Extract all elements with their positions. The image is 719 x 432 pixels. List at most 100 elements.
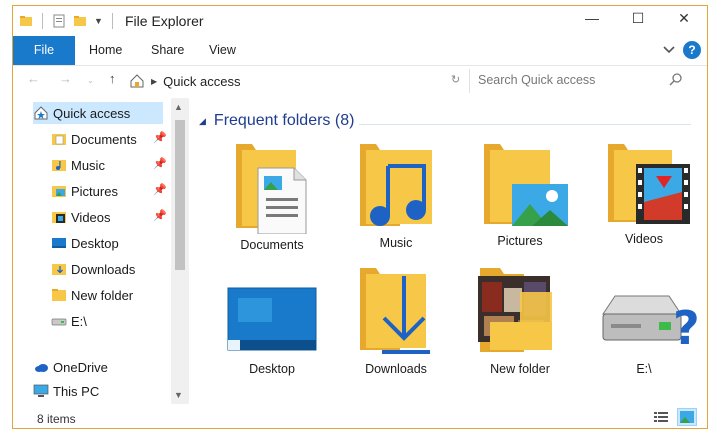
folder-tile-label: Videos bbox=[625, 232, 663, 246]
folder-tile-label: New folder bbox=[490, 362, 550, 376]
search-box[interactable]: Search Quick access bbox=[469, 69, 687, 93]
address-bar[interactable]: ▶ Quick access bbox=[129, 69, 469, 93]
folder-tile-label: Pictures bbox=[497, 234, 543, 248]
nav-item-downloads[interactable]: Downloads bbox=[51, 258, 135, 280]
nav-item-this-pc[interactable]: This PC bbox=[33, 380, 99, 402]
pin-icon[interactable]: 📌 bbox=[153, 183, 167, 196]
ribbon-tabs: File Home Share View ? bbox=[13, 36, 707, 66]
removable-drive-icon bbox=[51, 313, 67, 329]
refresh-icon[interactable]: ↻ bbox=[451, 73, 460, 86]
folder-tile-videos[interactable]: Videos bbox=[583, 138, 705, 264]
folder-icon bbox=[51, 287, 67, 303]
desktop-icon bbox=[51, 235, 67, 251]
address-row: ← → ⌄ ↑ ▶ Quick access ↻ Search Quick ac… bbox=[13, 67, 707, 95]
recent-locations-chevron-icon[interactable]: ⌄ bbox=[87, 76, 94, 85]
help-button[interactable]: ? bbox=[683, 41, 701, 59]
scroll-down-arrow-icon[interactable]: ▼ bbox=[174, 390, 183, 400]
downloads-folder-icon bbox=[51, 261, 67, 277]
search-input[interactable]: Search Quick access bbox=[478, 73, 595, 87]
maximize-button[interactable]: ☐ bbox=[615, 6, 661, 30]
nav-item-label: Downloads bbox=[71, 261, 136, 277]
large-icons-view-icon[interactable] bbox=[677, 408, 697, 426]
nav-item-label: OneDrive bbox=[53, 359, 108, 375]
quick-access-star-icon bbox=[33, 105, 49, 121]
nav-item-documents[interactable]: Documents bbox=[51, 128, 137, 150]
pin-icon[interactable]: 📌 bbox=[153, 131, 167, 144]
desktop-icon bbox=[227, 287, 317, 351]
pin-icon[interactable]: 📌 bbox=[153, 209, 167, 222]
folder-tile-music[interactable]: Music bbox=[335, 138, 457, 264]
nav-item-label: Quick access bbox=[53, 105, 131, 121]
folder-tile-new-folder[interactable]: New folder bbox=[459, 262, 581, 388]
downloads-folder-icon bbox=[360, 268, 430, 354]
nav-item-drive-e[interactable]: E:\ bbox=[51, 310, 87, 332]
breadcrumb-chevron-icon[interactable]: ▶ bbox=[151, 77, 157, 86]
toolbar-divider bbox=[111, 13, 113, 29]
computer-icon bbox=[33, 383, 49, 399]
quick-access-toolbar: ▼ bbox=[19, 13, 115, 29]
nav-item-music[interactable]: Music bbox=[51, 154, 105, 176]
chevron-down-icon[interactable] bbox=[663, 43, 675, 57]
music-folder-icon bbox=[360, 144, 432, 226]
item-count: 8 items bbox=[37, 412, 76, 426]
tab-home[interactable]: Home bbox=[75, 36, 136, 65]
nav-item-pictures[interactable]: Pictures bbox=[51, 180, 118, 202]
details-view-icon[interactable] bbox=[651, 408, 671, 426]
ribbon-controls: ? bbox=[663, 41, 701, 59]
search-icon bbox=[669, 72, 683, 91]
nav-scrollbar[interactable]: ▲ ▼ bbox=[171, 98, 189, 404]
nav-item-label: Music bbox=[71, 157, 105, 173]
window-title: File Explorer bbox=[125, 13, 204, 29]
nav-item-label: Desktop bbox=[71, 235, 119, 251]
minimize-button[interactable]: — bbox=[569, 6, 615, 30]
collapse-triangle-icon[interactable]: ◢ bbox=[199, 116, 206, 127]
group-title: Frequent folders (8) bbox=[213, 112, 355, 129]
breadcrumb-quick-access[interactable]: Quick access bbox=[163, 74, 240, 89]
folder-tile-label: E:\ bbox=[636, 362, 652, 376]
nav-item-label: This PC bbox=[53, 383, 100, 399]
tab-file[interactable]: File bbox=[13, 36, 75, 65]
folder-tile-documents[interactable]: Documents bbox=[211, 138, 333, 264]
file-explorer-window: ▼ File Explorer — ☐ ✕ File Home Share Vi… bbox=[12, 5, 708, 429]
group-divider bbox=[359, 124, 691, 125]
back-arrow-icon[interactable]: ← bbox=[27, 71, 40, 86]
tab-share[interactable]: Share bbox=[137, 36, 198, 65]
folder-tile-drive-e[interactable]: ? E:\ bbox=[583, 274, 705, 400]
group-header[interactable]: ◢ Frequent folders (8) bbox=[199, 112, 354, 130]
toolbar-divider bbox=[42, 13, 43, 29]
pin-icon[interactable]: 📌 bbox=[153, 157, 167, 170]
scroll-up-arrow-icon[interactable]: ▲ bbox=[174, 102, 183, 112]
folder-tile-pictures[interactable]: Pictures bbox=[459, 138, 581, 264]
folder-tile-label: Documents bbox=[240, 238, 304, 252]
nav-item-label: Documents bbox=[71, 131, 137, 147]
folder-tile-desktop[interactable]: Desktop bbox=[211, 274, 333, 400]
nav-item-label: New folder bbox=[71, 287, 134, 303]
customize-toolbar-chevron-icon[interactable]: ▼ bbox=[94, 16, 103, 26]
folder-tile-label: Desktop bbox=[249, 362, 295, 376]
up-arrow-icon[interactable]: ↑ bbox=[109, 71, 116, 86]
onedrive-cloud-icon bbox=[33, 359, 49, 375]
properties-icon[interactable] bbox=[52, 14, 66, 28]
nav-item-onedrive[interactable]: OneDrive bbox=[33, 356, 108, 378]
nav-item-label: Videos bbox=[71, 209, 111, 225]
folder-icon bbox=[19, 14, 33, 28]
close-button[interactable]: ✕ bbox=[661, 6, 707, 30]
nav-item-label: E:\ bbox=[71, 313, 87, 329]
tab-view[interactable]: View bbox=[195, 36, 250, 65]
nav-item-quick-access[interactable]: Quick access bbox=[33, 102, 163, 124]
nav-item-new-folder[interactable]: New folder bbox=[51, 284, 133, 306]
scrollbar-thumb[interactable] bbox=[175, 120, 185, 270]
new-folder-icon[interactable] bbox=[73, 14, 87, 28]
videos-folder-icon bbox=[51, 209, 67, 225]
videos-folder-icon bbox=[608, 144, 690, 224]
nav-item-desktop[interactable]: Desktop bbox=[51, 232, 119, 254]
unknown-drive-icon: ? bbox=[602, 295, 699, 355]
folder-tile-downloads[interactable]: Downloads bbox=[335, 262, 457, 388]
window-controls: — ☐ ✕ bbox=[569, 6, 707, 30]
nav-item-label: Pictures bbox=[71, 183, 118, 199]
view-toggle bbox=[651, 408, 697, 426]
forward-arrow-icon[interactable]: → bbox=[59, 71, 72, 86]
nav-item-videos[interactable]: Videos bbox=[51, 206, 111, 228]
navigation-pane: Quick access Documents 📌 Music 📌 Picture… bbox=[13, 98, 189, 404]
quick-access-home-icon bbox=[130, 74, 144, 88]
